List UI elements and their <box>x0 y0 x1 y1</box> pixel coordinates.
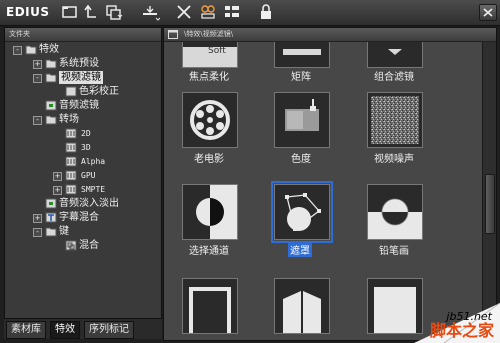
collapse-toggle[interactable]: - <box>33 74 42 83</box>
vertical-scrollbar[interactable] <box>482 42 496 340</box>
title-bar: EDIUS <box>0 0 500 26</box>
tree-item-label: Alpha <box>81 157 106 166</box>
effect-thumb-old-movie[interactable] <box>182 92 238 148</box>
effect-thumb-select-channel[interactable] <box>182 184 238 240</box>
new-folder-icon[interactable] <box>60 3 80 21</box>
copy-icon[interactable] <box>104 3 124 21</box>
current-path: \特效\视频滤镜\ <box>184 30 234 38</box>
folder-icon <box>45 58 57 69</box>
properties-icon[interactable] <box>198 3 218 21</box>
effect-thumb-mask[interactable] <box>274 184 330 240</box>
tree-item-label: 3D <box>81 143 91 152</box>
effect-label: 视频噪声 <box>374 154 414 165</box>
tree-item-label: 转场 <box>59 114 79 125</box>
transition-folder-icon <box>65 128 77 139</box>
transition-folder-icon <box>65 156 77 167</box>
effect-label: 老电影 <box>194 154 224 165</box>
effect-thumb-row4-2[interactable] <box>274 278 330 334</box>
effect-thumb-row4-1[interactable] <box>182 278 238 334</box>
effect-label-selected: 遮罩 <box>288 242 312 257</box>
effects-panel: \特效\视频滤镜\ Soft 焦点柔化 矩阵 组合滤镜 老电影 色度 视频噪声 … <box>163 27 497 341</box>
tree-item-label: 键 <box>59 226 69 237</box>
effect-label: 矩阵 <box>291 72 311 83</box>
title-folder-icon <box>45 212 57 223</box>
folder-open-icon <box>45 114 57 125</box>
collapse-toggle[interactable]: - <box>33 116 42 125</box>
folder-panel-header: 文件夹 <box>5 28 161 42</box>
tree-item-label: SMPTE <box>81 185 106 194</box>
folder-open-icon <box>45 72 57 83</box>
tree-item-label: 音频滤镜 <box>59 100 99 111</box>
transition-folder-icon <box>65 142 77 153</box>
soft-overlay-text: Soft <box>208 46 226 56</box>
watermark: jb51.net 脚本之家 <box>414 303 500 343</box>
effects-grid: Soft 焦点柔化 矩阵 组合滤镜 老电影 色度 视频噪声 选择通道 遮罩 铅笔… <box>164 42 482 340</box>
effect-label: 焦点柔化 <box>189 72 229 83</box>
path-bar: \特效\视频滤镜\ <box>164 28 496 42</box>
tab-effects[interactable]: 特效 <box>50 321 80 339</box>
blend-folder-icon <box>65 240 77 251</box>
expand-toggle[interactable]: + <box>53 186 62 195</box>
expand-toggle[interactable]: + <box>33 214 42 223</box>
expand-toggle[interactable]: + <box>53 172 62 181</box>
transition-folder-icon <box>65 170 77 181</box>
close-icon[interactable] <box>479 4 497 21</box>
delete-icon[interactable] <box>174 3 194 21</box>
lock-icon[interactable] <box>256 3 276 21</box>
effect-thumb-pencil-sketch[interactable] <box>367 184 423 240</box>
effect-thumb-combined-filter[interactable] <box>367 42 423 68</box>
tree-item-label: 混合 <box>79 240 99 251</box>
add-to-timeline-icon[interactable] <box>140 3 160 21</box>
audio-folder-icon <box>45 198 57 209</box>
panel-tabs: 素材库 特效 序列标记 <box>4 319 162 339</box>
folder-tree: - 特效 + 系统预设 - 视频滤镜 色彩校正 音频滤镜 - 转场 2D 3D … <box>5 42 161 318</box>
collapse-toggle[interactable]: - <box>13 46 22 55</box>
folder-icon <box>168 30 178 39</box>
scrollbar-thumb[interactable] <box>485 174 495 234</box>
folder-icon <box>65 86 77 97</box>
watermark-name: 脚本之家 <box>429 321 494 340</box>
tree-item-label: 字幕混合 <box>59 212 99 223</box>
effect-thumb-video-noise[interactable] <box>367 92 423 148</box>
effect-label: 选择通道 <box>189 246 229 257</box>
tab-sequence-markers[interactable]: 序列标记 <box>84 321 134 339</box>
folder-panel: 文件夹 - 特效 + 系统预设 - 视频滤镜 色彩校正 音频滤镜 - 转场 2D… <box>4 27 162 319</box>
effect-label: 色度 <box>291 154 311 165</box>
expand-toggle[interactable]: + <box>33 60 42 69</box>
folder-open-icon <box>45 226 57 237</box>
view-mode-icon[interactable] <box>222 3 242 21</box>
tree-item-label: 2D <box>81 129 91 138</box>
audio-folder-icon <box>45 100 57 111</box>
transition-folder-icon <box>65 184 77 195</box>
tree-item-label: 系统预设 <box>59 58 99 69</box>
tab-bin[interactable]: 素材库 <box>6 321 46 339</box>
tree-item-label: 特效 <box>39 44 59 55</box>
collapse-toggle[interactable]: - <box>33 228 42 237</box>
effect-label: 铅笔画 <box>379 246 409 257</box>
tree-item-label: 音频淡入淡出 <box>59 198 119 209</box>
tree-item-label: 色彩校正 <box>79 86 119 97</box>
effect-label: 组合滤镜 <box>374 72 414 83</box>
tree-item-label: 视频滤镜 <box>59 71 103 84</box>
up-folder-icon[interactable] <box>82 3 102 21</box>
effect-thumb-chroma[interactable] <box>274 92 330 148</box>
folder-open-icon <box>25 44 37 55</box>
effect-thumb-matrix[interactable] <box>274 42 330 68</box>
tree-item-label: GPU <box>81 171 96 180</box>
app-title: EDIUS <box>6 5 50 19</box>
